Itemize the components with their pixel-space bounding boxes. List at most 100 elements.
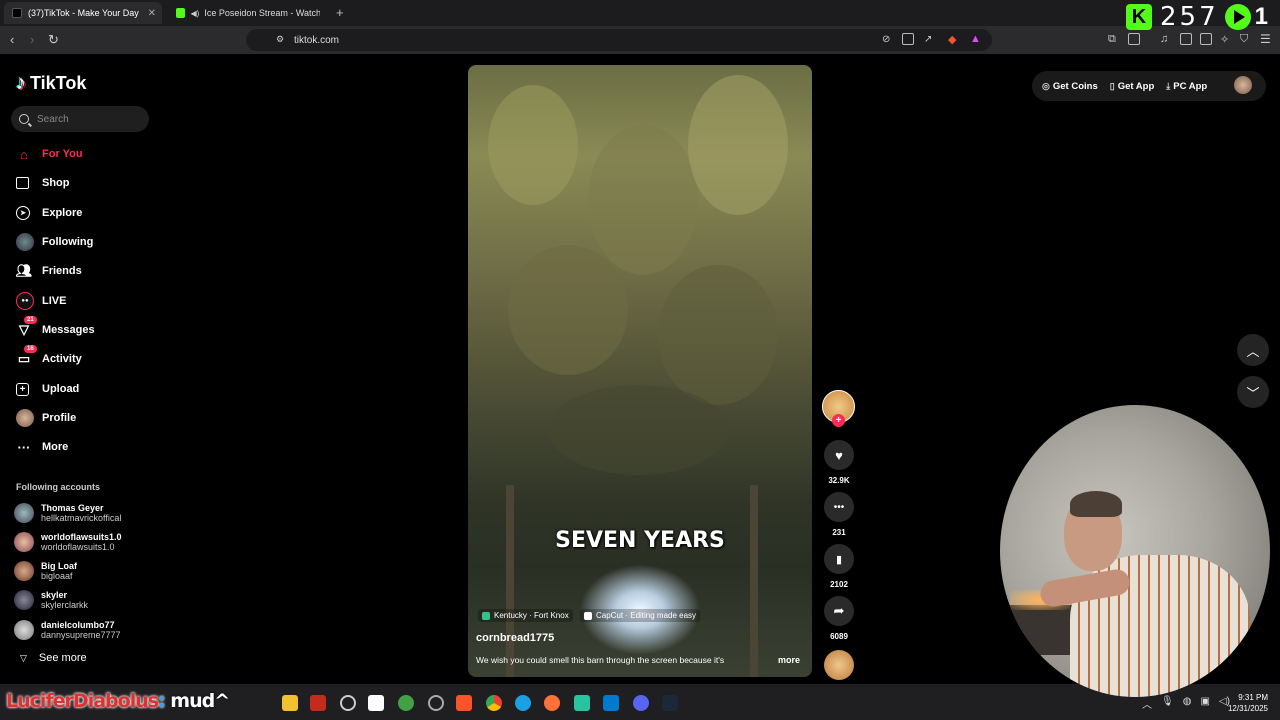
sidebar-item-friends[interactable]: 👥︎ Friends bbox=[16, 261, 82, 281]
address-bar[interactable]: tiktok.com bbox=[246, 29, 992, 51]
speaker-icon[interactable]: ◀) bbox=[191, 9, 200, 18]
like-button[interactable]: ♥ bbox=[824, 440, 854, 470]
follow-plus-icon[interactable]: + bbox=[832, 414, 845, 427]
edge-icon[interactable] bbox=[515, 695, 531, 711]
download-icon: ⤓ bbox=[1166, 80, 1171, 91]
sidebar-item-following[interactable]: Following bbox=[16, 232, 93, 252]
back-icon[interactable]: ‹ bbox=[10, 32, 14, 47]
wallet-card-icon[interactable] bbox=[1200, 33, 1212, 45]
sidebar-item-profile[interactable]: Profile bbox=[16, 408, 76, 428]
brave-browser-icon[interactable] bbox=[456, 695, 472, 711]
share-icon[interactable]: ↗ bbox=[924, 34, 932, 45]
following-account[interactable]: worldoflawsuits1.0 worldoflawsuits1.0 bbox=[14, 529, 122, 555]
sidebar-item-activity[interactable]: ▭ 16 Activity bbox=[16, 345, 82, 369]
app-icon[interactable] bbox=[428, 695, 444, 711]
search-input[interactable]: Search bbox=[11, 106, 149, 132]
phone-icon: ▯ bbox=[1109, 80, 1115, 91]
logo-text: TikTok bbox=[30, 73, 87, 93]
new-tab-button[interactable]: + bbox=[336, 5, 344, 20]
screen-icon[interactable] bbox=[902, 33, 914, 45]
no-cast-icon[interactable]: ⊘ bbox=[882, 34, 890, 45]
account-handle: skylerclarkk bbox=[41, 600, 89, 610]
menu-icon[interactable]: ☰ bbox=[1260, 32, 1271, 46]
forward-icon[interactable]: › bbox=[30, 32, 34, 47]
site-settings-icon[interactable]: ⚙ bbox=[276, 34, 284, 45]
tab-ice-poseidon[interactable]: ◀) Ice Poseidon Stream - Watch Live bbox=[168, 2, 328, 24]
comment-button[interactable]: ••• bbox=[824, 492, 854, 522]
bookmark-icon: ▮ bbox=[835, 553, 843, 566]
get-app-button[interactable]: ▯ Get App bbox=[1110, 81, 1155, 92]
music-disc-icon[interactable] bbox=[824, 650, 854, 680]
following-account[interactable]: skyler skylerclarkk bbox=[14, 587, 88, 613]
nav-label: Shop bbox=[42, 177, 70, 189]
tab-tiktok[interactable]: (37)TikTok - Make Your Day ✕ bbox=[4, 2, 162, 24]
compass-icon: ➤ bbox=[16, 206, 30, 220]
video-player[interactable]: SEVEN YEARS Kentucky · Fort Knox CapCut … bbox=[468, 65, 812, 677]
network-icon[interactable]: ▣ bbox=[1200, 696, 1209, 711]
webcam-desk bbox=[1000, 605, 1080, 655]
app-icon[interactable] bbox=[574, 695, 590, 711]
following-account[interactable]: danielcolumbo77 dannysupreme7777 bbox=[14, 617, 121, 643]
sidebar-item-more[interactable]: ··· More bbox=[16, 437, 69, 457]
tiktok-logo[interactable]: ♪ TikTok bbox=[16, 72, 86, 95]
save-button[interactable]: ▮ bbox=[824, 544, 854, 574]
see-more-button[interactable]: ▽ See more bbox=[20, 652, 87, 664]
music-icon[interactable]: ♫ bbox=[1160, 33, 1168, 45]
app-icon[interactable] bbox=[398, 695, 414, 711]
microphone-icon[interactable]: 🎙︎ bbox=[1161, 696, 1174, 711]
pc-app-button[interactable]: ⤓ PC App bbox=[1166, 81, 1207, 92]
clock-app-icon[interactable] bbox=[340, 695, 356, 711]
brave-shield-icon[interactable]: ◆ bbox=[948, 33, 956, 46]
more-button[interactable]: more bbox=[778, 655, 800, 665]
extensions-icon[interactable]: ⧉ bbox=[1108, 33, 1116, 46]
reload-icon[interactable]: ↻ bbox=[48, 32, 59, 48]
next-video-button[interactable]: ﹀ bbox=[1237, 376, 1269, 408]
following-account[interactable]: Big Loaf bigloaaf bbox=[14, 558, 77, 584]
shop-bag-icon bbox=[16, 177, 29, 189]
capcut-app-icon[interactable] bbox=[368, 695, 384, 711]
vscode-icon[interactable] bbox=[603, 695, 619, 711]
profile-avatar-icon bbox=[16, 409, 34, 427]
sidebar-item-for-you[interactable]: ⌂ For You bbox=[16, 144, 82, 164]
get-coins-button[interactable]: ◎ Get Coins bbox=[1042, 81, 1098, 92]
sidebar-item-shop[interactable]: Shop bbox=[16, 173, 70, 193]
leo-ai-icon[interactable]: ✧ bbox=[1220, 33, 1229, 46]
user-avatar[interactable] bbox=[1234, 76, 1252, 94]
previous-video-button[interactable]: ︿ bbox=[1237, 334, 1269, 366]
chrome-icon[interactable] bbox=[486, 695, 502, 711]
discord-icon[interactable] bbox=[633, 695, 649, 711]
nav-label: Profile bbox=[42, 412, 77, 424]
sidebar-item-upload[interactable]: + Upload bbox=[16, 379, 79, 399]
following-account[interactable]: Thomas Geyer hellkatmavrickoffical bbox=[14, 500, 121, 526]
sidebar-item-messages[interactable]: ▽ 21 Messages bbox=[16, 316, 95, 340]
nav-label: More bbox=[42, 441, 69, 453]
firefox-icon[interactable] bbox=[544, 695, 560, 711]
security-icon[interactable]: ◍ bbox=[1183, 696, 1192, 711]
chat-separator: : bbox=[158, 690, 171, 712]
app-icon[interactable] bbox=[310, 695, 326, 711]
location-tag[interactable]: Kentucky · Fort Knox bbox=[478, 609, 573, 622]
sidebar-item-live[interactable]: ●● LIVE bbox=[16, 291, 66, 311]
stream-chat-overlay: LuciferDiabolus: mud^ bbox=[6, 690, 230, 712]
sidebar-item-explore[interactable]: ➤ Explore bbox=[16, 203, 82, 223]
save-count: 2102 bbox=[830, 580, 848, 589]
video-description: We wish you could smell this barn throug… bbox=[476, 655, 725, 665]
video-author[interactable]: cornbread1775 bbox=[476, 632, 554, 644]
close-tab-icon[interactable]: ✕ bbox=[148, 8, 156, 19]
chevron-down-icon: ﹀ bbox=[1246, 385, 1260, 401]
wallet-icon[interactable] bbox=[1128, 33, 1140, 45]
share-count: 6089 bbox=[830, 632, 848, 641]
file-explorer-icon[interactable] bbox=[282, 695, 298, 711]
share-button[interactable]: ➦ bbox=[824, 596, 854, 626]
like-count: 32.9K bbox=[828, 476, 850, 485]
chevron-up-icon[interactable]: ︿ bbox=[1142, 696, 1152, 711]
vpn-shield-icon[interactable]: ⛉ bbox=[1240, 33, 1248, 46]
viewer-count: 257 bbox=[1160, 2, 1219, 32]
brave-rewards-icon[interactable]: ▲ bbox=[970, 33, 981, 45]
browser-toolbar: ‹ › ↻ ▯ tiktok.com ⚙ ⊘ ↗ ◆ ▲ ⧉ ♫ ✧ ⛉ ☰ bbox=[0, 26, 1280, 54]
steam-icon[interactable] bbox=[662, 695, 678, 711]
capcut-tag[interactable]: CapCut · Editing made easy bbox=[580, 609, 701, 622]
coin-icon: ◎ bbox=[1042, 80, 1050, 91]
sidebar-icon[interactable] bbox=[1180, 33, 1192, 45]
capcut-icon bbox=[584, 611, 592, 620]
